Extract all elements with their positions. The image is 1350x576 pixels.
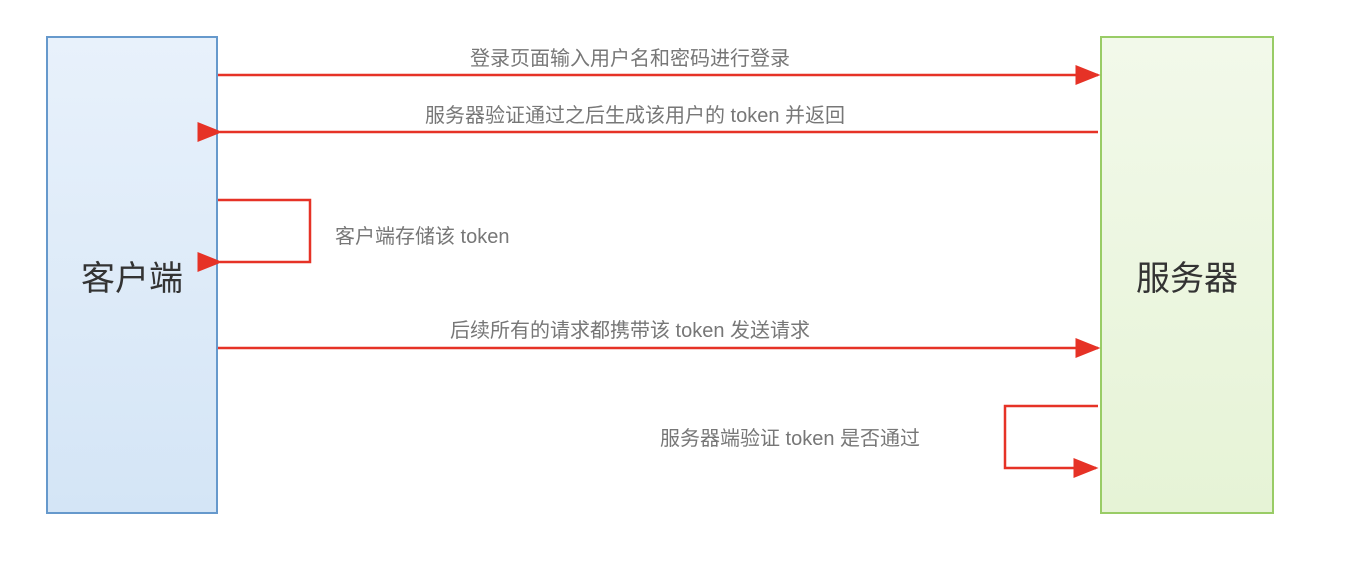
label-login: 登录页面输入用户名和密码进行登录 (470, 42, 790, 71)
label-request-with-token: 后续所有的请求都携带该 token 发送请求 (450, 314, 810, 343)
label-verify-token: 服务器端验证 token 是否通过 (660, 422, 920, 451)
server-actor-box: 服务器 (1100, 36, 1274, 514)
arrow-store-token (218, 200, 310, 262)
arrow-verify-token (1005, 406, 1098, 468)
label-token-return: 服务器验证通过之后生成该用户的 token 并返回 (425, 99, 845, 128)
server-label: 服务器 (1136, 251, 1238, 300)
label-store-token: 客户端存储该 token (335, 220, 509, 249)
client-label: 客户端 (81, 251, 183, 300)
client-actor-box: 客户端 (46, 36, 218, 514)
